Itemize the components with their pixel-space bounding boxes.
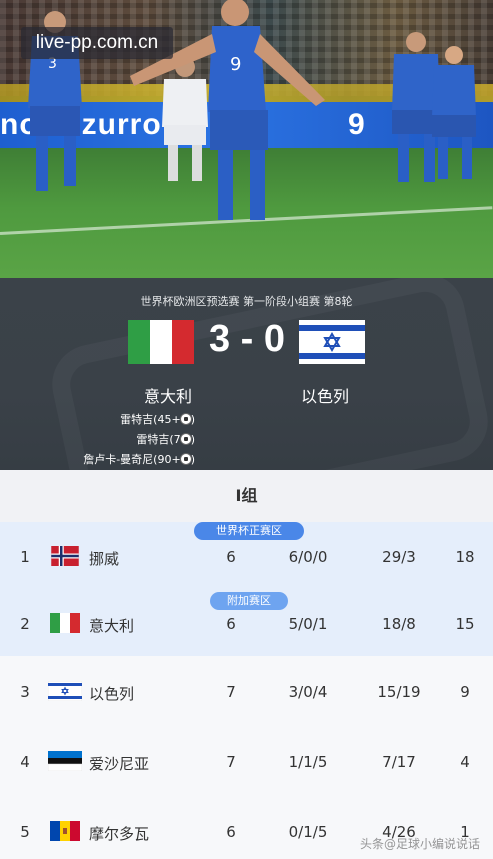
competition-title: 世界杯欧洲区预选赛 第一阶段小组赛 第8轮 xyxy=(140,295,353,308)
soccer-ball-icon xyxy=(180,433,192,445)
win-draw-loss: 1/1/5 xyxy=(288,753,328,771)
win-draw-loss: 5/0/1 xyxy=(288,615,328,633)
scorer-3: 詹卢卡-曼奇尼(90+3') xyxy=(83,453,195,466)
norway-flag-icon xyxy=(51,546,79,566)
site-watermark: live-pp.com.cn xyxy=(21,27,173,59)
ad-board-number: 9 xyxy=(348,108,365,141)
team-name: 摩尔多瓦 xyxy=(89,825,150,843)
win-draw-loss: 3/0/4 xyxy=(288,683,328,701)
team-name: 以色列 xyxy=(89,685,135,703)
points: 4 xyxy=(460,753,470,771)
moldova-flag-icon xyxy=(50,821,80,841)
win-draw-loss: 0/1/5 xyxy=(288,823,328,841)
italy-flag-icon xyxy=(50,613,80,633)
goals: 18/8 xyxy=(382,615,416,633)
match-score: 3 - 0 xyxy=(208,318,286,360)
team-name: 爱沙尼亚 xyxy=(89,755,150,773)
player-right-2 xyxy=(432,46,476,179)
zone-badge-playoff: 附加赛区 xyxy=(210,592,288,610)
soccer-ball-icon xyxy=(180,413,192,425)
israel-flag-icon xyxy=(299,320,365,364)
rank: 3 xyxy=(20,683,30,701)
played: 6 xyxy=(226,615,236,633)
svg-text:9: 9 xyxy=(230,54,241,75)
win-draw-loss: 6/0/0 xyxy=(288,548,328,566)
standings-table: I组 世界杯正赛区 1 挪威 6 6/0/0 29/3 18 附加赛区 2 意大… xyxy=(0,470,493,859)
rank: 1 xyxy=(20,548,30,566)
goals: 15/19 xyxy=(377,683,421,701)
table-row[interactable]: 4 爱沙尼亚 7 1/1/5 7/17 4 xyxy=(0,726,493,796)
points: 18 xyxy=(455,548,475,566)
played: 6 xyxy=(226,823,236,841)
group-title: I组 xyxy=(0,470,493,522)
italy-flag-icon xyxy=(128,320,194,364)
table-row[interactable]: 世界杯正赛区 1 挪威 6 6/0/0 29/3 18 xyxy=(0,522,493,590)
team-name: 挪威 xyxy=(89,550,120,568)
goals: 29/3 xyxy=(382,548,416,566)
table-row[interactable]: 3 以色列 7 3/0/4 15/19 9 xyxy=(0,656,493,726)
table-row[interactable]: 附加赛区 2 意大利 6 5/0/1 18/8 15 xyxy=(0,590,493,656)
played: 6 xyxy=(226,548,236,566)
rank: 5 xyxy=(20,823,30,841)
points: 15 xyxy=(455,615,475,633)
zone-badge-direct: 世界杯正赛区 xyxy=(194,522,304,540)
rank: 4 xyxy=(20,753,30,771)
footer-watermark: 头条@足球小编说说话 xyxy=(360,837,481,851)
goals: 7/17 xyxy=(382,753,416,771)
away-team-name: 以色列 xyxy=(300,387,349,406)
score-panel: 世界杯欧洲区预选赛 第一阶段小组赛 第8轮 3 - 0 意大利 以色列 雷特吉(… xyxy=(0,278,493,470)
rank: 2 xyxy=(20,615,30,633)
home-team-name: 意大利 xyxy=(143,387,192,406)
soccer-ball-icon xyxy=(180,453,192,465)
match-photo: no azzurro 9 3 9 live-pp.com.cn xyxy=(0,0,493,278)
israel-flag-icon xyxy=(48,681,82,701)
estonia-flag-icon xyxy=(48,751,82,771)
played: 7 xyxy=(226,683,236,701)
played: 7 xyxy=(226,753,236,771)
points: 9 xyxy=(460,683,470,701)
team-name: 意大利 xyxy=(89,617,135,635)
